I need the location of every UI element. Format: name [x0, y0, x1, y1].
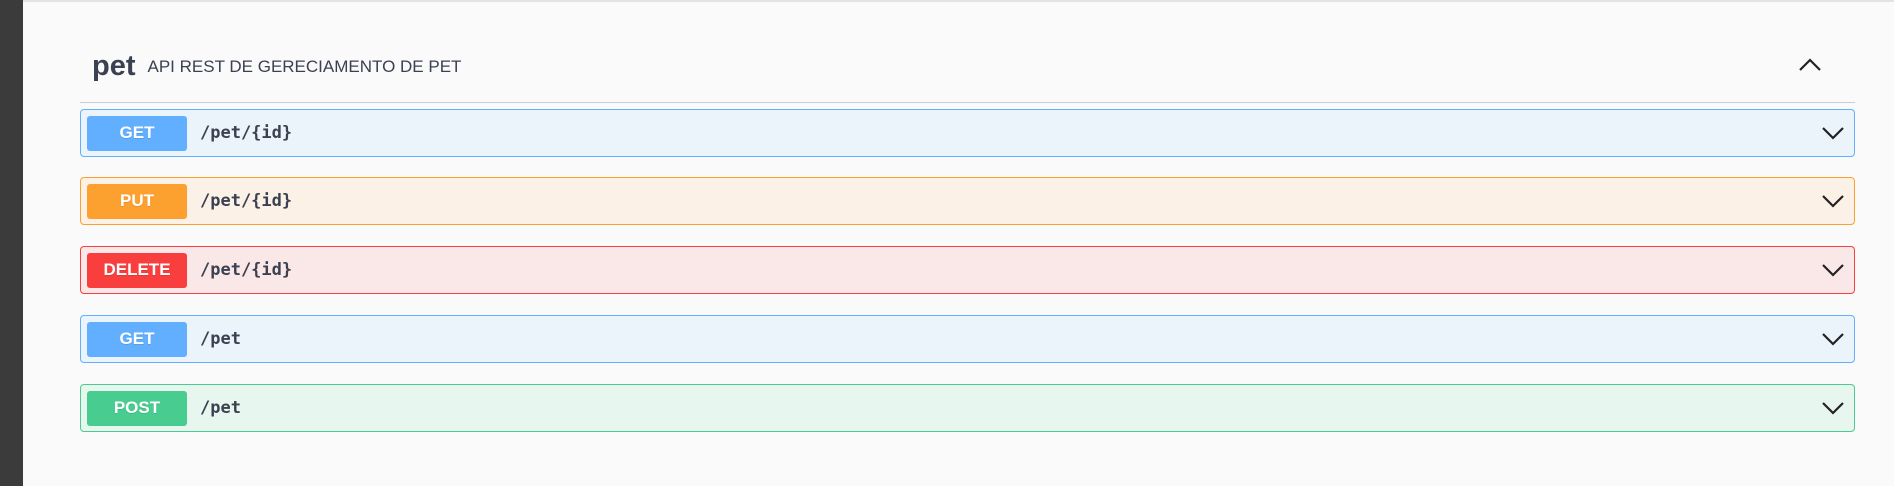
- expand-button[interactable]: [1820, 257, 1846, 283]
- chevron-down-icon: [1822, 127, 1844, 140]
- expand-button[interactable]: [1820, 395, 1846, 421]
- tag-header[interactable]: pet API REST DE GERECIAMENTO DE PET: [80, 30, 1855, 103]
- method-badge: GET: [87, 321, 187, 357]
- opblock-put-pet-id[interactable]: PUT /pet/{id}: [80, 177, 1855, 225]
- collapse-button[interactable]: [1795, 52, 1825, 78]
- expand-button[interactable]: [1820, 326, 1846, 352]
- method-badge: GET: [87, 115, 187, 151]
- method-badge: POST: [87, 390, 187, 426]
- operation-path: /pet: [200, 329, 241, 349]
- operation-path: /pet/{id}: [200, 123, 293, 143]
- expand-button[interactable]: [1820, 188, 1846, 214]
- opblock-get-pet[interactable]: GET /pet: [80, 315, 1855, 363]
- expand-button[interactable]: [1820, 120, 1846, 146]
- operation-path: /pet: [200, 398, 241, 418]
- opblock-get-pet-id[interactable]: GET /pet/{id}: [80, 109, 1855, 157]
- left-edge-bar: [0, 0, 23, 486]
- method-badge: DELETE: [87, 252, 187, 288]
- top-divider: [23, 0, 1894, 2]
- tag-description: API REST DE GERECIAMENTO DE PET: [147, 57, 462, 76]
- method-badge: PUT: [87, 183, 187, 219]
- tag-section-pet: pet API REST DE GERECIAMENTO DE PET GET …: [80, 30, 1855, 432]
- chevron-down-icon: [1822, 195, 1844, 208]
- chevron-down-icon: [1822, 333, 1844, 346]
- opblock-post-pet[interactable]: POST /pet: [80, 384, 1855, 432]
- chevron-down-icon: [1822, 402, 1844, 415]
- operation-path: /pet/{id}: [200, 260, 293, 280]
- opblock-delete-pet-id[interactable]: DELETE /pet/{id}: [80, 246, 1855, 294]
- chevron-up-icon: [1799, 58, 1821, 71]
- tag-name: pet: [92, 49, 136, 82]
- chevron-down-icon: [1822, 264, 1844, 277]
- operation-path: /pet/{id}: [200, 191, 293, 211]
